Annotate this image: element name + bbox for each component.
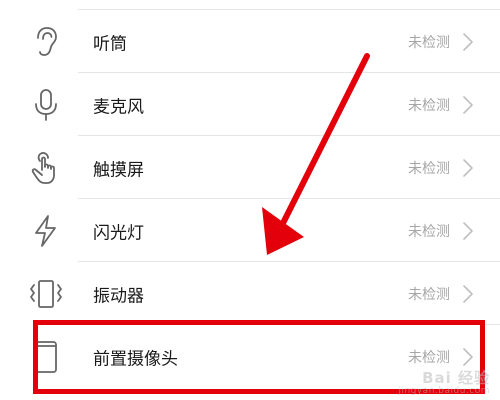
list-item-vibrator[interactable]: 振动器 未检测 [0, 262, 500, 325]
list-item-label: 听筒 [93, 34, 127, 54]
chevron-right-icon [462, 158, 474, 178]
touch-hand-icon [28, 150, 64, 186]
lightning-icon [28, 213, 64, 249]
status-text: 未检测 [408, 97, 450, 114]
chevron-right-icon [462, 284, 474, 304]
list-item-label: 前置摄像头 [93, 349, 178, 369]
chevron-right-icon [462, 95, 474, 115]
status-text: 未检测 [408, 349, 450, 366]
earpiece-icon [28, 24, 64, 60]
list-item-label: 触摸屏 [93, 160, 144, 180]
chevron-right-icon [462, 347, 474, 367]
detection-list: 听筒 未检测 麦克风 未检测 触摸屏 未检测 闪光灯 未检测 振动器 未检测 前… [0, 10, 500, 388]
status-text: 未检测 [408, 160, 450, 177]
chevron-right-icon [462, 32, 474, 52]
list-item-label: 振动器 [93, 286, 144, 306]
status-text: 未检测 [408, 223, 450, 240]
list-item-flashlight[interactable]: 闪光灯 未检测 [0, 199, 500, 262]
vibration-icon [28, 276, 64, 312]
list-item-front-camera[interactable]: 前置摄像头 未检测 [0, 325, 500, 388]
list-item-microphone[interactable]: 麦克风 未检测 [0, 73, 500, 136]
status-text: 未检测 [408, 34, 450, 51]
list-item-label: 麦克风 [93, 97, 144, 117]
status-text: 未检测 [408, 286, 450, 303]
microphone-icon [28, 87, 64, 123]
chevron-right-icon [462, 221, 474, 241]
list-item-earpiece[interactable]: 听筒 未检测 [0, 10, 500, 73]
list-item-label: 闪光灯 [93, 223, 144, 243]
list-item-touchscreen[interactable]: 触摸屏 未检测 [0, 136, 500, 199]
phone-outline-icon [28, 339, 64, 375]
